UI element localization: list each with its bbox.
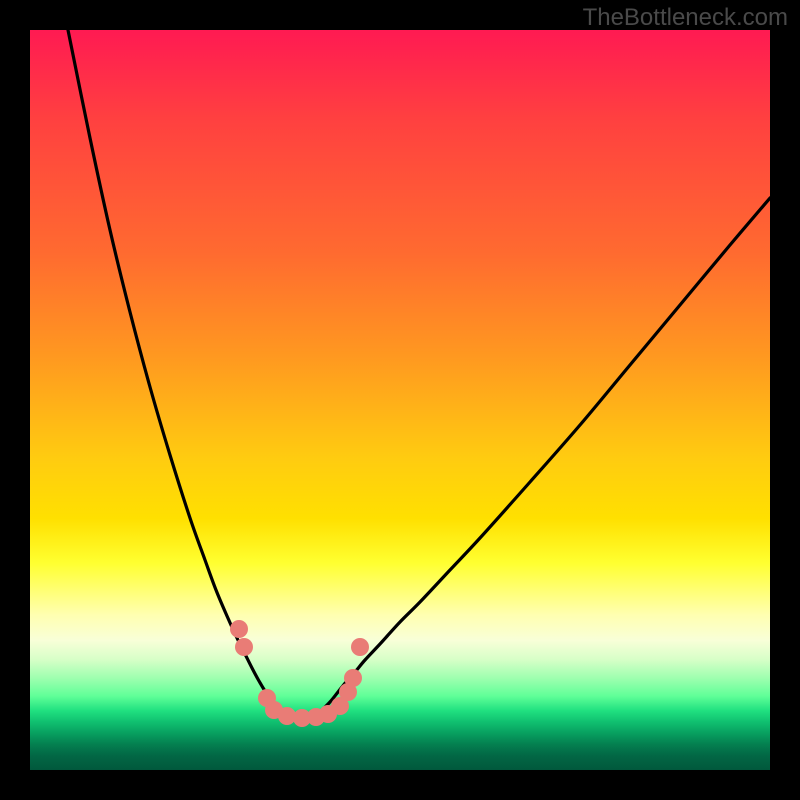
data-dot xyxy=(235,638,253,656)
data-dot xyxy=(351,638,369,656)
chart-frame: TheBottleneck.com xyxy=(0,0,800,800)
data-dots-group xyxy=(230,620,369,727)
curves-layer xyxy=(30,30,770,770)
left-bottleneck-curve xyxy=(68,30,290,716)
plot-area xyxy=(30,30,770,770)
data-dot xyxy=(344,669,362,687)
watermark-text: TheBottleneck.com xyxy=(583,4,788,32)
data-dot xyxy=(230,620,248,638)
right-bottleneck-curve xyxy=(320,198,770,712)
